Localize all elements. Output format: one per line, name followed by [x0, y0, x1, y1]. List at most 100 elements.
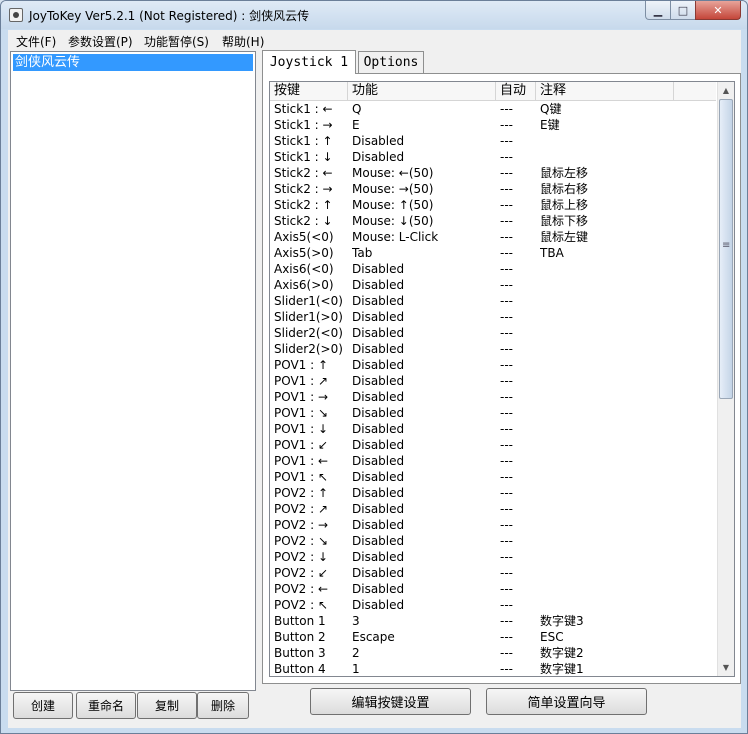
header-key[interactable]: 按键	[270, 82, 348, 100]
maximize-button[interactable]: □	[670, 1, 696, 20]
table-row[interactable]: Stick1 : ← Q --- Q键	[270, 101, 716, 117]
setup-wizard-button[interactable]: 简单设置向导	[486, 688, 647, 715]
copy-profile-button[interactable]: 复制	[137, 692, 197, 719]
cell-auto: ---	[500, 566, 513, 580]
mapping-table[interactable]: 按键 功能 自动 注释 Stick1 : ← Q --- Q键 Stick1 : → E -…	[269, 81, 735, 677]
scroll-up-icon[interactable]: ▲	[718, 82, 734, 99]
table-row[interactable]: POV2 : ↙ Disabled ---	[270, 565, 716, 581]
table-row[interactable]: Button 2 Escape --- ESC	[270, 629, 716, 645]
tab-joystick-1[interactable]: Joystick 1	[262, 50, 356, 74]
header-function[interactable]: 功能	[348, 82, 496, 100]
menu-file[interactable]: 文件(F)	[16, 33, 56, 50]
table-row[interactable]: Stick2 : ↓ Mouse: ↓(50) --- 鼠标下移	[270, 213, 716, 229]
app-window: JoyToKey Ver5.2.1 (Not Registered) : 剑侠风…	[0, 0, 748, 734]
cell-auto: ---	[500, 374, 513, 388]
table-row[interactable]: Stick1 : ↑ Disabled ---	[270, 133, 716, 149]
cell-function: Mouse: ↑(50)	[352, 198, 434, 212]
table-row[interactable]: Button 1 3 --- 数字键3	[270, 613, 716, 629]
cell-key: Button 2	[274, 630, 326, 644]
profile-list[interactable]: 剑侠风云传	[10, 51, 256, 691]
app-icon	[9, 8, 23, 22]
table-row[interactable]: POV2 : → Disabled ---	[270, 517, 716, 533]
cell-function: Disabled	[352, 134, 405, 148]
header-comment[interactable]: 注释	[536, 82, 674, 100]
tab-strip: Joystick 1 Options	[262, 50, 741, 74]
cell-function: Disabled	[352, 486, 405, 500]
table-row[interactable]: Stick2 : ← Mouse: ←(50) --- 鼠标左移	[270, 165, 716, 181]
table-row[interactable]: Stick1 : → E --- E键	[270, 117, 716, 133]
profile-item-selected[interactable]: 剑侠风云传	[13, 54, 253, 71]
cell-auto: ---	[500, 518, 513, 532]
table-row[interactable]: Stick1 : ↓ Disabled ---	[270, 149, 716, 165]
table-row[interactable]: POV1 : ↓ Disabled ---	[270, 421, 716, 437]
cell-key: POV1 : ↙	[274, 438, 329, 452]
table-row[interactable]: POV2 : ↖ Disabled ---	[270, 597, 716, 613]
scroll-thumb[interactable]	[719, 99, 733, 399]
cell-function: Mouse: →(50)	[352, 182, 434, 196]
cell-function: Disabled	[352, 262, 405, 276]
table-row[interactable]: Button 4 1 --- 数字键1	[270, 661, 716, 676]
table-row[interactable]: POV1 : ↖ Disabled ---	[270, 469, 716, 485]
table-row[interactable]: POV2 : ← Disabled ---	[270, 581, 716, 597]
title-bar[interactable]: JoyToKey Ver5.2.1 (Not Registered) : 剑侠风…	[1, 1, 747, 29]
cell-key: POV2 : ↓	[274, 550, 329, 564]
table-row[interactable]: POV1 : ↙ Disabled ---	[270, 437, 716, 453]
table-row[interactable]: POV2 : ↗ Disabled ---	[270, 501, 716, 517]
cell-auto: ---	[500, 102, 513, 116]
table-row[interactable]: Axis5(>0) Tab --- TBA	[270, 245, 716, 261]
cell-key: Slider1(<0)	[274, 294, 343, 308]
vertical-scrollbar[interactable]: ▲ ▼	[717, 82, 734, 676]
cell-function: Disabled	[352, 502, 405, 516]
scroll-down-icon[interactable]: ▼	[718, 659, 734, 676]
menu-pause[interactable]: 功能暂停(S)	[144, 33, 209, 50]
cell-function: Disabled	[352, 278, 405, 292]
table-row[interactable]: POV2 : ↑ Disabled ---	[270, 485, 716, 501]
cell-function: Disabled	[352, 438, 405, 452]
cell-function: Disabled	[352, 582, 405, 596]
cell-key: POV2 : ←	[274, 582, 329, 596]
table-row[interactable]: Axis6(>0) Disabled ---	[270, 277, 716, 293]
tab-options[interactable]: Options	[358, 51, 424, 73]
cell-auto: ---	[500, 422, 513, 436]
client-area: 文件(F) 参数设置(P) 功能暂停(S) 帮助(H) 剑侠风云传 创建 重命名…	[8, 30, 741, 728]
cell-comment: Q键	[540, 102, 562, 116]
cell-key: Stick1 : →	[274, 118, 333, 132]
table-row[interactable]: POV1 : ↑ Disabled ---	[270, 357, 716, 373]
cell-key: POV1 : ↓	[274, 422, 329, 436]
cell-key: Axis6(>0)	[274, 278, 334, 292]
cell-auto: ---	[500, 614, 513, 628]
table-row[interactable]: Slider1(<0) Disabled ---	[270, 293, 716, 309]
delete-profile-button[interactable]: 删除	[197, 692, 249, 719]
header-auto[interactable]: 自动	[496, 82, 536, 100]
create-profile-button[interactable]: 创建	[13, 692, 73, 719]
table-row[interactable]: Axis6(<0) Disabled ---	[270, 261, 716, 277]
table-row[interactable]: Slider1(>0) Disabled ---	[270, 309, 716, 325]
table-row[interactable]: POV1 : → Disabled ---	[270, 389, 716, 405]
table-row[interactable]: Slider2(<0) Disabled ---	[270, 325, 716, 341]
table-row[interactable]: Button 3 2 --- 数字键2	[270, 645, 716, 661]
menu-settings[interactable]: 参数设置(P)	[68, 33, 133, 50]
table-row[interactable]: Stick2 : ↑ Mouse: ↑(50) --- 鼠标上移	[270, 197, 716, 213]
cell-key: Button 3	[274, 646, 326, 660]
table-row[interactable]: POV2 : ↘ Disabled ---	[270, 533, 716, 549]
table-row[interactable]: Axis5(<0) Mouse: L-Click --- 鼠标左键	[270, 229, 716, 245]
cell-key: POV1 : ↖	[274, 470, 329, 484]
cell-function: Disabled	[352, 598, 405, 612]
cell-function: Mouse: ↓(50)	[352, 214, 434, 228]
close-button[interactable]: ✕	[695, 1, 741, 20]
table-row[interactable]: POV1 : ↘ Disabled ---	[270, 405, 716, 421]
cell-comment: ESC	[540, 630, 564, 644]
cell-key: Axis5(>0)	[274, 246, 334, 260]
table-row[interactable]: POV2 : ↓ Disabled ---	[270, 549, 716, 565]
table-row[interactable]: POV1 : ← Disabled ---	[270, 453, 716, 469]
minimize-button[interactable]: ▁	[645, 1, 671, 20]
cell-function: Disabled	[352, 150, 405, 164]
table-row[interactable]: Stick2 : → Mouse: →(50) --- 鼠标右移	[270, 181, 716, 197]
cell-key: POV1 : ↗	[274, 374, 329, 388]
rename-profile-button[interactable]: 重命名	[76, 692, 136, 719]
edit-key-settings-button[interactable]: 编辑按键设置	[310, 688, 471, 715]
table-row[interactable]: POV1 : ↗ Disabled ---	[270, 373, 716, 389]
menu-help[interactable]: 帮助(H)	[222, 33, 264, 50]
table-row[interactable]: Slider2(>0) Disabled ---	[270, 341, 716, 357]
cell-auto: ---	[500, 246, 513, 260]
